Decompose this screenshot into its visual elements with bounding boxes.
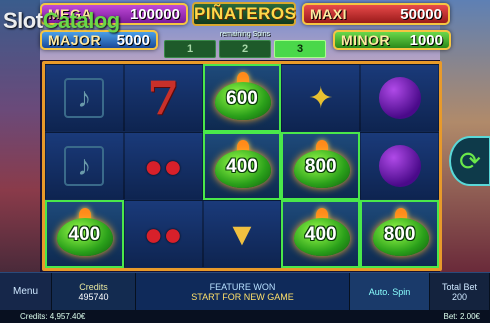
reel-cell: 7 xyxy=(123,64,203,132)
plum-icon xyxy=(378,77,421,119)
drink-icon: ▼ xyxy=(226,215,258,252)
background-left-decor xyxy=(0,0,40,272)
game-logo: PIÑATEROS xyxy=(192,2,296,26)
jackpot-maxi: MAXI 50000 xyxy=(302,3,450,25)
jackpot-minor-label: MINOR xyxy=(341,32,391,48)
reel-cell xyxy=(360,132,439,200)
jackpot-major-label: MAJOR xyxy=(48,32,102,48)
cherry-icon: ●● xyxy=(143,215,183,252)
pepper-icon: 400 xyxy=(209,140,275,192)
watermark: SlotCatalog xyxy=(3,8,120,34)
reel-cell: ▼ xyxy=(202,200,282,268)
jackpot-maxi-label: MAXI xyxy=(310,6,347,22)
reel-cell xyxy=(360,64,439,132)
maracas-icon: ✦ xyxy=(308,81,334,115)
total-bet-label: Total Bet xyxy=(441,281,478,292)
reel-cell: ●● xyxy=(123,200,203,268)
watermark-right: Catalog xyxy=(42,8,121,33)
reel-cell: ✦ xyxy=(281,64,361,132)
pepper-icon: 800 xyxy=(367,208,433,260)
reel-cell: ♪ xyxy=(45,132,124,200)
guitar-icon: ♪ xyxy=(64,78,105,118)
spin-box-1: 1 xyxy=(164,40,216,58)
credits-value: 495740 xyxy=(78,291,109,302)
jackpot-minor-value: 1000 xyxy=(409,31,443,49)
total-bet-panel[interactable]: Total Bet 200 xyxy=(430,273,490,310)
watermark-left: Slot xyxy=(3,8,43,33)
pepper-value: 600 xyxy=(226,88,258,109)
reel-cell: 600 xyxy=(202,64,282,132)
pepper-icon: 600 xyxy=(209,72,275,124)
pepper-value: 400 xyxy=(68,224,101,245)
pepper-value: 400 xyxy=(304,224,337,245)
jackpot-minor: MINOR 1000 xyxy=(333,30,451,50)
credits-label: Credits xyxy=(79,281,108,292)
reel-cell: ♪ xyxy=(45,64,124,132)
credits-panel: Credits 495740 xyxy=(52,273,136,310)
pepper-icon: 400 xyxy=(51,208,117,260)
seven-icon: 7 xyxy=(147,71,180,125)
pepper-value: 800 xyxy=(383,224,416,245)
plum-icon xyxy=(378,145,421,187)
bottom-bar: Menu Credits 495740 FEATURE WON START FO… xyxy=(0,272,490,310)
pepper-value: 400 xyxy=(226,156,258,177)
cherry-icon: ●● xyxy=(143,147,183,184)
jackpot-maxi-value: 50000 xyxy=(400,5,442,23)
feature-message-line2: START FOR NEW GAME xyxy=(191,291,294,302)
reel-cell: ●● xyxy=(123,132,203,200)
feature-message[interactable]: FEATURE WON START FOR NEW GAME xyxy=(136,273,350,310)
remaining-spins-label: remaining Spins xyxy=(219,31,271,38)
pepper-icon: 400 xyxy=(288,208,354,260)
spin-box-2: 2 xyxy=(219,40,271,58)
guitar-icon: ♪ xyxy=(64,146,105,186)
reel-cell: 400 xyxy=(45,200,124,268)
reel-frame: ♪ 7 600 ✦ ♪ ●● 400 800 400 ●● ▼ 400 800 xyxy=(42,61,442,271)
spin-box-3: 3 xyxy=(274,40,326,58)
menu-button[interactable]: Menu xyxy=(0,273,52,310)
reel-cell: 800 xyxy=(360,200,439,268)
status-bar: Credits: 4,957.40€ Bet: 2.00€ xyxy=(0,310,490,323)
jackpot-mega-value: 100000 xyxy=(129,5,180,23)
feature-message-line1: FEATURE WON xyxy=(209,281,276,292)
total-bet-value: 200 xyxy=(451,291,468,302)
refresh-icon[interactable]: ⟳ xyxy=(449,136,490,186)
status-bet: Bet: 2.00€ xyxy=(443,312,480,321)
status-credits: Credits: 4,957.40€ xyxy=(20,312,86,321)
remaining-spins-indicator: 1 2 3 xyxy=(160,40,330,58)
reel-cell: 800 xyxy=(281,132,361,200)
reel-grid: ♪ 7 600 ✦ ♪ ●● 400 800 400 ●● ▼ 400 800 xyxy=(45,64,439,268)
jackpot-major-value: 5000 xyxy=(116,31,150,49)
reel-cell: 400 xyxy=(202,132,282,200)
reel-cell: 400 xyxy=(281,200,361,268)
pepper-icon: 800 xyxy=(288,140,354,192)
auto-spin-button[interactable]: Auto. Spin xyxy=(350,273,430,310)
pepper-value: 800 xyxy=(304,156,337,177)
